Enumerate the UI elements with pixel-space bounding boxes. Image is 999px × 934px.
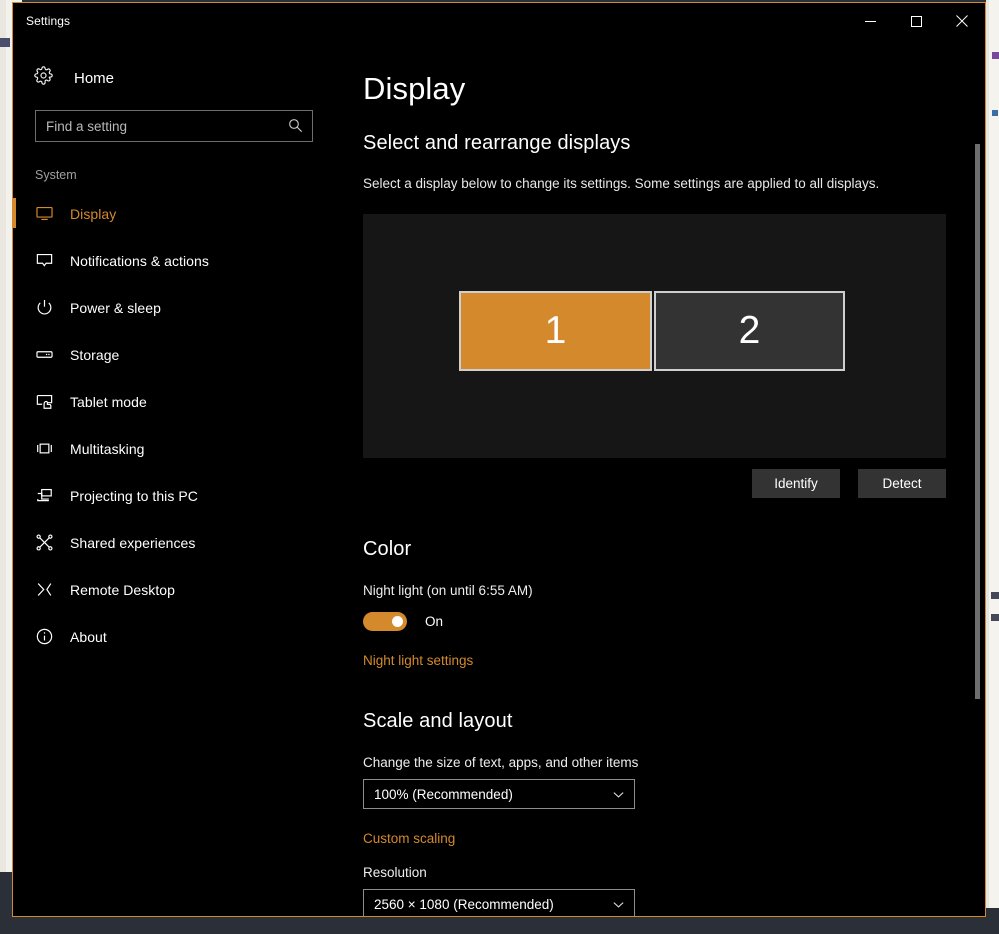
sidebar-item-tablet-mode[interactable]: Tablet mode — [13, 378, 335, 425]
display-actions: Identify Detect — [363, 469, 946, 498]
background-window-right-inner — [989, 0, 999, 908]
maximize-button[interactable] — [893, 3, 939, 39]
background-fleck — [991, 592, 999, 599]
sidebar-item-display[interactable]: Display — [13, 190, 335, 237]
sidebar-item-storage[interactable]: Storage — [13, 331, 335, 378]
background-fleck — [991, 614, 999, 621]
scale-value: 100% (Recommended) — [374, 786, 513, 802]
background-window-left-edge — [0, 0, 6, 872]
sidebar-item-power-sleep[interactable]: Power & sleep — [13, 284, 335, 331]
section-heading-scale: Scale and layout — [363, 710, 513, 732]
multitasking-icon — [35, 439, 61, 458]
sidebar-item-label: Shared experiences — [70, 534, 196, 551]
night-light-settings-link[interactable]: Night light settings — [363, 653, 473, 668]
section-heading-arrange: Select and rearrange displays — [363, 132, 631, 154]
search-input[interactable] — [36, 111, 312, 141]
sidebar-item-remote-desktop[interactable]: Remote Desktop — [13, 566, 335, 613]
sidebar-item-notifications-actions[interactable]: Notifications & actions — [13, 237, 335, 284]
background-fleck — [0, 38, 10, 47]
sidebar-item-label: Tablet mode — [70, 393, 147, 410]
monitor-icon — [35, 204, 61, 223]
remote-desktop-icon — [35, 580, 61, 599]
detect-button[interactable]: Detect — [858, 469, 946, 498]
sidebar: Home System — [13, 39, 335, 916]
night-light-state: On — [425, 614, 444, 629]
sidebar-item-label: Storage — [70, 346, 120, 363]
sidebar-item-projecting-to-this-pc[interactable]: Projecting to this PC — [13, 472, 335, 519]
display-arrangement-panel[interactable]: 1 2 — [363, 214, 946, 458]
close-icon — [956, 15, 968, 27]
chevron-down-icon — [612, 898, 625, 916]
settings-window: Settings Home Find a setting System Disp… — [12, 2, 986, 917]
toggle-knob — [392, 616, 403, 627]
scale-label: Change the size of text, apps, and other… — [363, 755, 639, 770]
resolution-value: 2560 × 1080 (Recommended) — [374, 896, 554, 912]
shared-experiences-icon — [35, 533, 61, 552]
gear-icon — [34, 66, 62, 90]
window-controls — [847, 3, 985, 39]
sidebar-item-shared-experiences[interactable]: Shared experiences — [13, 519, 335, 566]
projecting-icon — [35, 486, 61, 505]
search-icon — [288, 118, 303, 138]
sidebar-item-label: About — [70, 628, 107, 645]
display-monitor-1[interactable]: 1 — [459, 291, 652, 371]
custom-scaling-link[interactable]: Custom scaling — [363, 831, 455, 846]
power-icon — [35, 298, 61, 317]
window-title: Settings — [26, 14, 71, 28]
sidebar-item-label: Remote Desktop — [70, 581, 175, 598]
background-fleck — [992, 52, 999, 59]
selection-indicator — [13, 198, 16, 228]
minimize-button[interactable] — [847, 3, 893, 39]
night-light-label: Night light (on until 6:55 AM) — [363, 583, 533, 598]
identify-button[interactable]: Identify — [752, 469, 840, 498]
storage-icon — [35, 345, 61, 364]
search-box[interactable] — [35, 110, 313, 142]
sidebar-item-about[interactable]: About — [13, 613, 335, 660]
info-icon — [35, 627, 61, 646]
chevron-down-icon — [612, 788, 625, 806]
page-title: Display — [363, 71, 466, 106]
night-light-toggle-row: On — [363, 612, 985, 631]
scale-dropdown[interactable]: 100% (Recommended) — [363, 779, 635, 809]
content-scrollbar[interactable] — [971, 39, 985, 916]
sidebar-item-label: Power & sleep — [70, 299, 161, 316]
sidebar-item-label: Multitasking — [70, 440, 145, 457]
display-monitor-number: 1 — [544, 309, 567, 352]
sidebar-item-multitasking[interactable]: Multitasking — [13, 425, 335, 472]
sidebar-group-label: System — [35, 168, 77, 182]
sidebar-home-label: Home — [74, 69, 115, 87]
section-heading-color: Color — [363, 538, 412, 560]
notification-icon — [35, 251, 61, 270]
sidebar-item-label: Notifications & actions — [70, 252, 209, 269]
background-fleck — [992, 110, 998, 116]
display-monitor-number: 2 — [738, 309, 761, 352]
sidebar-item-label: Projecting to this PC — [70, 487, 198, 504]
sidebar-item-label: Display — [70, 205, 117, 222]
resolution-label: Resolution — [363, 865, 427, 880]
sidebar-item-home[interactable]: Home — [34, 60, 335, 96]
tablet-mode-icon — [35, 392, 61, 411]
title-bar[interactable]: Settings — [13, 3, 985, 39]
scrollbar-thumb[interactable] — [975, 144, 980, 699]
close-button[interactable] — [939, 3, 985, 39]
content-pane: Display Select and rearrange displays Se… — [335, 39, 985, 916]
resolution-dropdown[interactable]: 2560 × 1080 (Recommended) — [363, 889, 635, 916]
maximize-icon — [910, 15, 922, 27]
minimize-icon — [864, 20, 876, 22]
display-monitor-2[interactable]: 2 — [654, 291, 845, 371]
night-light-toggle[interactable] — [363, 612, 407, 631]
arrange-description: Select a display below to change its set… — [363, 176, 880, 191]
